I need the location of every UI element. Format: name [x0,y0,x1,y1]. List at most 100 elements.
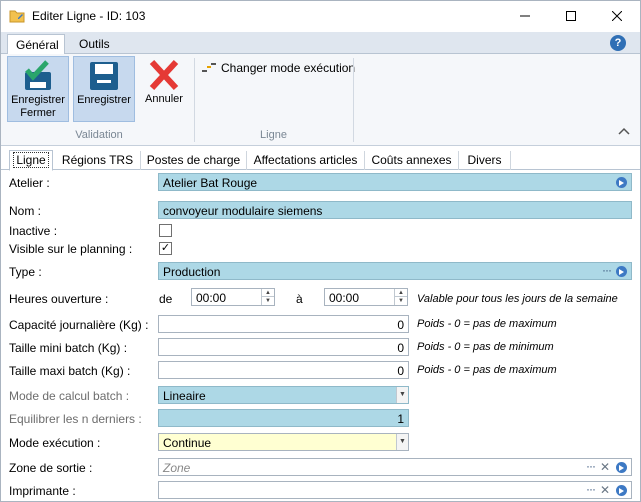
maximize-button[interactable] [548,1,594,31]
more-options-icon[interactable]: ··· [602,263,612,277]
atelier-label: Atelier : [9,176,50,190]
save-button[interactable]: Enregistrer [73,56,135,122]
inactive-label: Inactive : [9,224,58,238]
clear-icon[interactable]: ✕ [600,460,610,474]
navigate-icon[interactable] [616,485,627,496]
spin-up-icon[interactable]: ▲ [395,289,407,297]
mode-execution-label: Mode exécution : [9,436,101,450]
ribbon: Enregistrer Fermer Enregistrer Annuler V… [1,54,640,146]
heures-note: Valable pour tous les jours de la semain… [417,293,618,305]
tab-postes-de-charge[interactable]: Postes de charge [141,151,247,170]
minimize-icon [520,15,530,17]
spin-down-icon[interactable]: ▼ [262,297,274,305]
mode-execution-select[interactable]: Continue ▼ [158,433,409,451]
mode-calcul-value: Lineaire [163,389,206,403]
group-label-ligne: Ligne [260,129,287,141]
more-options-icon[interactable]: ··· [586,459,596,473]
visible-checkbox[interactable]: ✓ [159,242,172,255]
nom-label: Nom : [9,204,42,218]
help-icon[interactable]: ? [610,35,626,51]
atelier-field[interactable]: Atelier Bat Rouge [158,173,632,191]
mode-calcul-select[interactable]: Lineaire ▼ [158,386,409,404]
minimize-button[interactable] [502,1,548,31]
content-tab-bar: Ligne Régions TRS Postes de charge Affec… [1,148,640,171]
taille-maxi-field[interactable]: 0 [158,361,409,379]
ribbon-tab-bar: Général Outils ? [1,32,640,55]
save-icon [90,62,118,90]
cancel-label: Annuler [145,93,183,105]
equilibrer-field[interactable]: 1 [158,409,409,427]
imprimante-field[interactable]: ··· ✕ [158,481,632,499]
type-value: Production [163,265,221,279]
editer-ligne-window: Editer Ligne - ID: 103 Général Outils ? … [0,0,641,502]
mode-execution-value: Continue [163,436,212,450]
clear-icon[interactable]: ✕ [600,483,610,497]
ligne-form: Atelier : Atelier Bat Rouge Nom : convoy… [1,171,640,501]
heures-de-label: de [159,292,173,306]
ribbon-tab-outils[interactable]: Outils [71,34,118,54]
spin-up-icon[interactable]: ▲ [262,289,274,297]
heure-fin-value: 00:00 [329,291,360,305]
taille-maxi-note: Poids - 0 = pas de maximum [417,364,557,376]
visible-label: Visible sur le planning : [9,242,133,256]
heures-label: Heures ouverture : [9,292,109,306]
nom-field[interactable]: convoyeur modulaire siemens [158,201,632,219]
change-mode-button[interactable]: Changer mode exécution [201,61,355,75]
ribbon-separator [194,58,195,142]
collapse-ribbon-icon[interactable] [618,127,630,135]
inactive-checkbox[interactable] [159,224,172,237]
taille-maxi-value: 0 [397,364,404,378]
tab-ligne-label: Ligne [13,152,49,168]
more-options-icon[interactable]: ··· [586,482,596,496]
chevron-down-icon[interactable]: ▼ [396,387,408,403]
tab-regions-trs[interactable]: Régions TRS [55,151,141,170]
cancel-x-icon [149,59,179,91]
heures-a-label: à [296,292,303,306]
tab-ligne[interactable]: Ligne [9,150,53,171]
zone-sortie-field[interactable]: Zone ··· ✕ [158,458,632,476]
tab-couts-annexes[interactable]: Coûts annexes [365,151,459,170]
navigate-icon[interactable] [616,266,627,277]
group-label-validation: Validation [75,129,123,141]
save-close-icon [25,60,51,90]
chevron-down-icon[interactable]: ▼ [396,434,408,450]
change-mode-label: Changer mode exécution [221,61,356,75]
capacite-field[interactable]: 0 [158,315,409,333]
title-bar: Editer Ligne - ID: 103 [1,1,640,32]
type-field[interactable]: Production ··· [158,262,632,280]
ribbon-tab-general[interactable]: Général [7,34,65,55]
equilibrer-value: 1 [397,412,404,426]
cancel-button[interactable]: Annuler [139,56,189,122]
close-icon [612,11,622,21]
close-button[interactable] [594,1,640,31]
navigate-icon[interactable] [616,462,627,473]
heure-debut-value: 00:00 [196,291,227,305]
heure-fin-spinner[interactable]: 00:00 ▲ ▼ [324,288,408,306]
imprimante-label: Imprimante : [9,484,76,498]
spin-down-icon[interactable]: ▼ [395,297,407,305]
nom-value: convoyeur modulaire siemens [163,204,323,218]
navigate-icon[interactable] [616,177,627,188]
type-label: Type : [9,265,42,279]
taille-maxi-label: Taille maxi batch (Kg) : [9,364,131,378]
atelier-value: Atelier Bat Rouge [163,176,258,190]
save-close-label: Enregistrer Fermer [11,94,65,119]
taille-mini-field[interactable]: 0 [158,338,409,356]
taille-mini-note: Poids - 0 = pas de minimum [417,341,554,353]
taille-mini-value: 0 [397,341,404,355]
ribbon-separator [353,58,354,142]
capacite-value: 0 [397,318,404,332]
save-close-button[interactable]: Enregistrer Fermer [7,56,69,122]
folder-edit-icon [9,10,25,23]
heure-debut-spinner[interactable]: 00:00 ▲ ▼ [191,288,275,306]
workflow-icon [202,63,216,72]
maximize-icon [566,11,576,21]
tab-affectations-articles[interactable]: Affectations articles [247,151,365,170]
tab-divers[interactable]: Divers [459,151,511,170]
zone-sortie-placeholder: Zone [163,461,191,475]
taille-mini-label: Taille mini batch (Kg) : [9,341,128,355]
capacite-label: Capacité journalière (Kg) : [9,318,149,332]
window-title: Editer Ligne - ID: 103 [32,9,146,23]
mode-calcul-label: Mode de calcul batch : [9,389,130,403]
equilibrer-label: Equilibrer les n derniers : [9,412,142,426]
